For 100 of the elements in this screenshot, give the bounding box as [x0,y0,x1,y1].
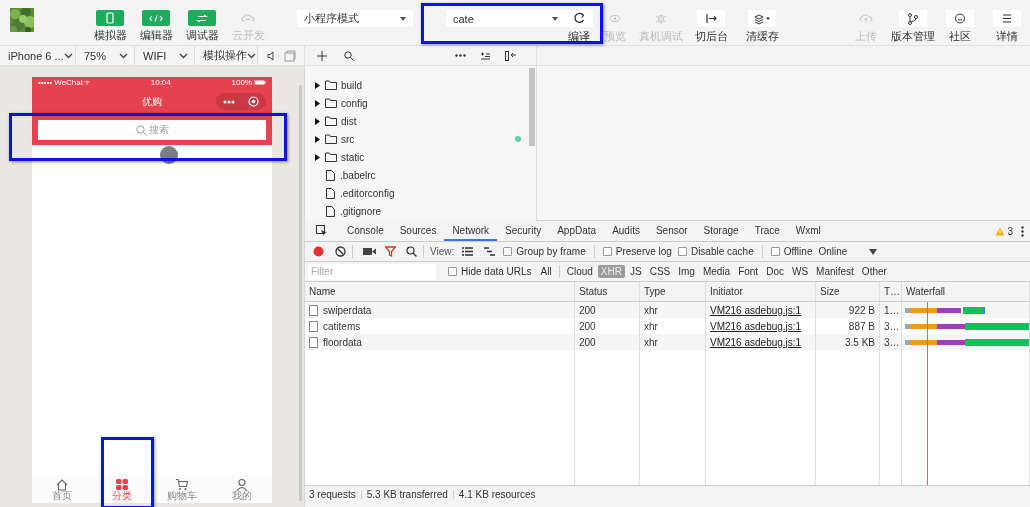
type-filter[interactable]: Cloud [563,265,596,278]
column-header[interactable]: Size [816,282,880,301]
folder-item[interactable]: config [305,94,536,112]
type-filter[interactable]: Font [735,265,762,278]
warning-counter[interactable]: 3 [995,221,1013,241]
simulator-button[interactable]: 模拟器 [87,0,133,42]
network-select[interactable]: WIFI [135,45,195,66]
file-item[interactable]: .babelrc [305,166,536,184]
column-header[interactable]: Type [640,282,706,301]
exit-icon [697,10,725,27]
editor-button[interactable]: 编辑器 [133,0,179,42]
speaker-icon[interactable] [266,50,276,61]
file-icon [326,187,335,199]
folder-icon [325,134,337,144]
column-header[interactable]: T… [880,282,902,301]
filter-field[interactable]: Filter [308,263,436,280]
column-header[interactable]: Name [305,282,575,301]
add-icon[interactable] [317,50,327,61]
caret-icon [399,14,407,23]
type-filter[interactable]: Doc [763,265,787,278]
clear-cache-button[interactable]: 清缓存 [737,0,787,43]
mode-select[interactable]: 小程序模式 [297,10,413,27]
more-icon[interactable] [455,54,466,57]
inspect-icon[interactable] [316,225,328,237]
tab-bar-item[interactable]: 购物车 [152,475,212,503]
checkbox[interactable]: Disable cache [677,246,754,257]
file-item[interactable]: .gitignore [305,202,536,220]
initiator-link[interactable]: VM216 asdebug.js:1 [710,320,802,332]
column-header[interactable]: Waterfall [902,282,1030,301]
more-icon [222,99,235,104]
zoom-select[interactable]: 75% [76,45,135,66]
column-header[interactable]: Initiator [706,282,816,301]
checkbox[interactable]: Group by frame [503,246,586,257]
type-filter[interactable]: Other [858,265,890,278]
branch-icon [898,10,927,27]
device-select[interactable]: iPhone 6 ... [0,45,76,66]
table-cell: 3… [884,336,900,348]
expand-arrow-icon [314,135,320,143]
tab-bar-item[interactable]: 首页 [32,475,92,503]
record-icon[interactable] [313,246,324,257]
table-cell: 200 [579,336,596,348]
debugger-button[interactable]: 调试器 [179,0,225,42]
initiator-link[interactable]: VM216 asdebug.js:1 [710,336,802,348]
camera-icon[interactable] [363,247,376,256]
compile-select[interactable]: cate [446,10,565,27]
operation-select[interactable]: 模拟操作 [195,45,258,66]
devtools-tab[interactable]: Sensor [647,221,696,241]
search-icon[interactable] [344,50,354,61]
devtools-tab[interactable]: Sources [391,221,445,241]
type-filter[interactable]: Manifest [813,265,857,278]
throttle-select[interactable]: Online [818,246,848,257]
search-icon[interactable] [406,246,417,257]
clear-icon[interactable] [335,246,346,257]
more-vertical-icon[interactable] [1021,225,1024,237]
type-filter[interactable]: JS [627,265,645,278]
folder-item[interactable]: build [305,76,536,94]
status-dot [515,136,521,142]
checkbox[interactable]: Hide data URLs [448,266,532,277]
summary-label: 5.3 KB transferred [366,489,448,500]
devtools-tab[interactable]: Audits [604,221,648,241]
version-button[interactable]: 版本管理 [889,0,936,43]
initiator-link[interactable]: VM216 asdebug.js:1 [710,304,802,316]
folder-item[interactable]: dist [305,112,536,130]
list-view-icon[interactable] [462,247,474,256]
table-cell: xhr [644,320,658,332]
type-filter[interactable]: All [537,265,555,278]
tab-bar-item[interactable]: 分类 [92,475,152,503]
person-icon [235,477,249,491]
devtools-tab[interactable]: Console [339,221,392,241]
folder-item[interactable]: static [305,148,536,166]
wifi-icon [84,80,90,85]
file-item[interactable]: .editorconfig [305,184,536,202]
checkbox[interactable]: Preserve log [602,246,672,257]
checkbox[interactable]: Offline [770,246,813,257]
folder-item[interactable]: src [305,130,536,148]
type-filter[interactable]: WS [788,265,812,278]
type-filter[interactable]: Media [699,265,734,278]
details-button[interactable]: 详情 [983,0,1030,43]
community-button[interactable]: 社区 [936,0,983,43]
waterfall-view-icon[interactable] [484,247,496,256]
caret-icon[interactable] [869,248,878,255]
document-icon [309,320,318,332]
capsule-menu[interactable] [216,93,266,110]
table-cell: 200 [579,320,596,332]
collapse-panel-icon[interactable] [505,50,517,61]
column-header[interactable]: Status [575,282,640,301]
filter-icon[interactable] [385,246,396,257]
devtools-tab[interactable]: Security [497,221,550,241]
tab-bar-item[interactable]: 我的 [212,475,272,503]
sort-icon[interactable] [480,51,491,60]
swap-icon [188,10,216,26]
devtools-tab[interactable]: Storage [695,221,747,241]
devtools-tab[interactable]: Wxml [787,221,829,241]
type-filter[interactable]: Img [675,265,698,278]
devtools-tab[interactable]: Trace [746,221,788,241]
layers-icon [748,10,776,27]
type-filter[interactable]: CSS [646,265,674,278]
background-button[interactable]: 切后台 [685,0,737,43]
grid-icon [115,477,129,491]
devtools-tab[interactable]: AppData [549,221,605,241]
